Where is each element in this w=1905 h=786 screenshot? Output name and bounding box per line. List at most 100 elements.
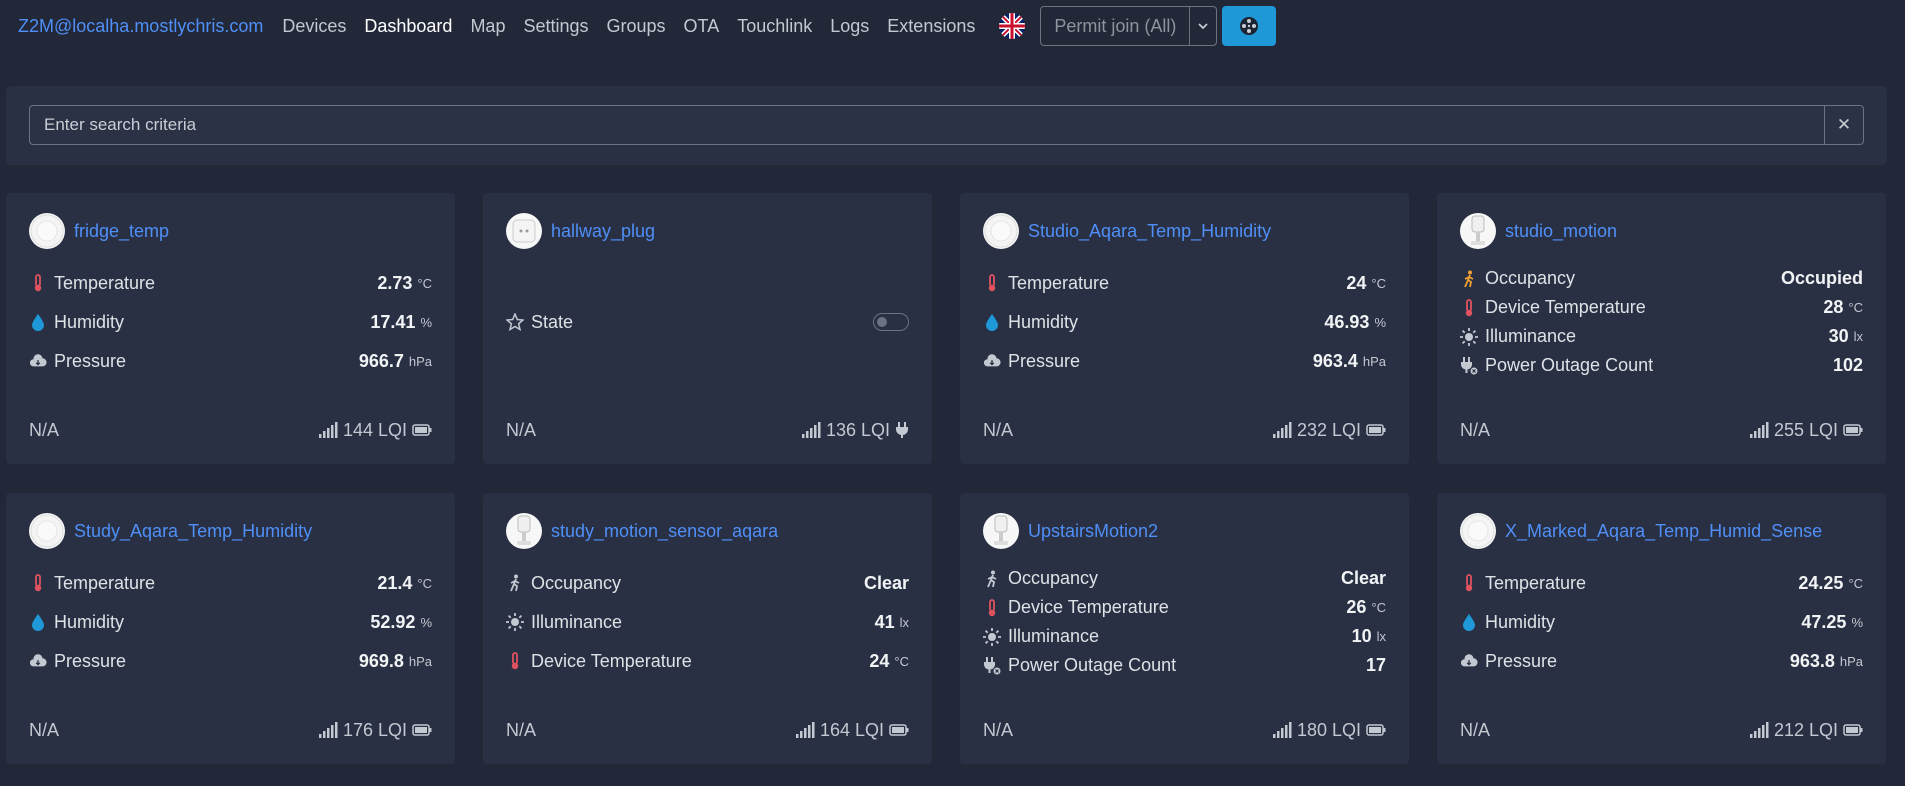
device-name-link[interactable]: Study_Aqara_Temp_Humidity <box>74 521 312 542</box>
feature-unit: °C <box>894 653 909 669</box>
nav-link-settings[interactable]: Settings <box>523 16 588 37</box>
signal-icon <box>1272 722 1292 738</box>
feature-row: State <box>506 303 909 342</box>
device-avatar <box>506 513 542 549</box>
feature-row: Device Temperature 28 °C <box>1460 293 1863 322</box>
feature-label: Humidity <box>54 611 125 632</box>
permit-join-group: Permit join (All) <box>1040 6 1218 46</box>
chevron-down-icon <box>1198 23 1209 30</box>
feature-unit: hPa <box>408 353 432 369</box>
feature-row: Pressure 969.8 hPa <box>29 642 432 681</box>
device-card: X_Marked_Aqara_Temp_Humid_Sense Temperat… <box>1437 493 1886 764</box>
search-card: ✕ <box>6 86 1887 165</box>
nav-link-touchlink[interactable]: Touchlink <box>737 16 812 37</box>
feature-label: Illuminance <box>1485 326 1577 346</box>
navbar: Z2M@localha.mostlychris.com Devices Dash… <box>0 0 1905 52</box>
feature-value: 26 <box>1346 597 1367 617</box>
nav-link-groups[interactable]: Groups <box>607 16 666 37</box>
brand-link[interactable]: Z2M@localha.mostlychris.com <box>18 16 263 37</box>
device-name-link[interactable]: Studio_Aqara_Temp_Humidity <box>1028 221 1271 242</box>
thermometer-icon <box>983 598 1001 617</box>
battery-icon <box>889 724 909 736</box>
feature-row: Temperature 21.4 °C <box>29 564 432 603</box>
feature-label: Occupancy <box>1008 568 1099 588</box>
thermometer-icon <box>983 274 1001 292</box>
device-avatar <box>983 213 1019 249</box>
battery-icon <box>412 424 432 436</box>
device-name-link[interactable]: fridge_temp <box>74 221 169 242</box>
cloud-icon <box>1460 652 1478 670</box>
last-seen: N/A <box>29 419 60 440</box>
feature-value: 17 <box>1365 655 1386 675</box>
device-name-link[interactable]: UpstairsMotion2 <box>1028 521 1158 542</box>
feature-unit: hPa <box>1362 353 1386 369</box>
signal-icon <box>318 722 338 738</box>
feature-value: 24 <box>869 650 890 671</box>
search-box: ✕ <box>29 105 1864 145</box>
cloud-icon <box>983 352 1001 370</box>
device-card: fridge_temp Temperature 2.73 °C Humidity… <box>6 193 455 464</box>
search-input[interactable] <box>30 106 1824 144</box>
last-seen: N/A <box>983 719 1014 740</box>
battery-icon <box>1366 424 1386 436</box>
nav-link-map[interactable]: Map <box>470 16 505 37</box>
device-name-link[interactable]: X_Marked_Aqara_Temp_Humid_Sense <box>1505 521 1822 542</box>
permit-join-button[interactable]: Permit join (All) <box>1041 7 1189 45</box>
nav-link-logs[interactable]: Logs <box>830 16 869 37</box>
battery-icon <box>1843 724 1863 736</box>
feature-label: Humidity <box>1485 611 1556 632</box>
nav-link-ota[interactable]: OTA <box>684 16 720 37</box>
nav-link-extensions[interactable]: Extensions <box>887 16 975 37</box>
feature-value: 41 <box>874 611 895 632</box>
feature-label: Occupancy <box>1485 268 1576 288</box>
permit-join-dropdown[interactable] <box>1189 7 1216 45</box>
feature-label: Illuminance <box>531 611 623 632</box>
feature-label: Occupancy <box>531 572 622 593</box>
feature-row: Pressure 966.7 hPa <box>29 342 432 381</box>
restart-button[interactable] <box>1222 6 1277 46</box>
sun-icon <box>1460 327 1478 346</box>
signal-icon <box>795 722 815 738</box>
feature-label: Power Outage Count <box>1485 355 1654 375</box>
feature-value: 30 <box>1828 326 1849 346</box>
walking-icon <box>983 570 1001 588</box>
feature-label: Temperature <box>54 572 156 593</box>
feature-value: 963.4 <box>1312 350 1358 371</box>
device-avatar <box>1460 513 1496 549</box>
lqi-value: 212 LQI <box>1773 719 1838 740</box>
device-name-link[interactable]: studio_motion <box>1505 221 1617 242</box>
device-name-link[interactable]: study_motion_sensor_aqara <box>551 521 778 542</box>
feature-unit: lx <box>899 614 909 630</box>
feature-label: Pressure <box>1008 350 1081 371</box>
feature-label: Temperature <box>1008 272 1110 293</box>
device-card: hallway_plug State N/A 136 LQI <box>483 193 932 464</box>
feature-row: Pressure 963.8 hPa <box>1460 642 1863 681</box>
device-avatar <box>1460 213 1496 249</box>
signal-icon <box>1749 722 1769 738</box>
feature-label: Pressure <box>1485 650 1558 671</box>
lqi-indicator: 136 LQI <box>801 420 909 441</box>
battery-icon <box>1843 424 1863 436</box>
clear-search-button[interactable]: ✕ <box>1824 106 1863 144</box>
droplet-icon <box>29 313 47 331</box>
feature-unit: °C <box>1371 600 1386 615</box>
feature-unit: % <box>1851 614 1863 630</box>
lqi-value: 180 LQI <box>1296 719 1361 740</box>
device-name-link[interactable]: hallway_plug <box>551 221 655 242</box>
device-avatar <box>29 513 65 549</box>
droplet-icon <box>1460 613 1478 631</box>
feature-label: Device Temperature <box>1485 297 1646 317</box>
feature-value: 24 <box>1346 272 1367 293</box>
signal-icon <box>1749 422 1769 438</box>
device-card: Study_Aqara_Temp_Humidity Temperature 21… <box>6 493 455 764</box>
feature-value: 969.8 <box>358 650 404 671</box>
lqi-indicator: 176 LQI <box>318 720 432 741</box>
state-toggle[interactable] <box>873 313 909 331</box>
nav-link-devices[interactable]: Devices <box>282 16 346 37</box>
feature-row: Occupancy Occupied <box>1460 264 1863 293</box>
uk-flag-icon[interactable] <box>999 13 1026 39</box>
nav-link-dashboard[interactable]: Dashboard <box>364 16 452 37</box>
feature-value: Clear <box>1340 568 1386 588</box>
signal-icon <box>318 422 338 438</box>
feature-row: Power Outage Count 17 <box>983 651 1386 680</box>
